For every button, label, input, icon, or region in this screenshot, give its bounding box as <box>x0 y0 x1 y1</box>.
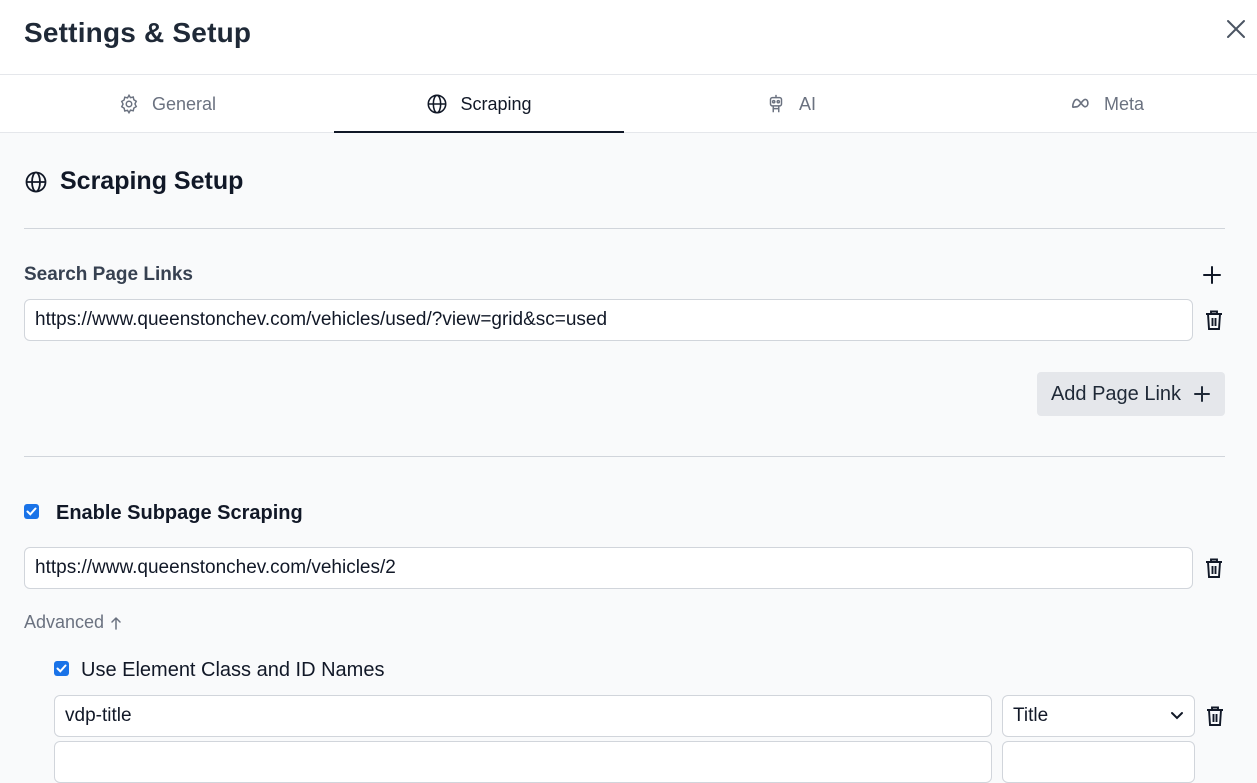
gear-icon <box>120 93 138 115</box>
trash-icon[interactable] <box>1204 557 1224 579</box>
tab-label: Scraping <box>460 93 532 114</box>
plus-icon <box>1194 386 1211 402</box>
use-class-checkbox[interactable] <box>54 661 69 676</box>
tab-scraping[interactable]: Scraping <box>334 75 624 133</box>
trash-icon[interactable] <box>1204 309 1224 331</box>
tab-label: General <box>151 93 217 114</box>
dialog-title: Settings & Setup <box>24 17 252 48</box>
field-select[interactable]: Title <box>1002 695 1195 737</box>
checkmark-icon <box>56 664 67 673</box>
add-page-link-label: Add Page Link <box>1050 382 1182 405</box>
advanced-toggle[interactable]: Advanced <box>24 612 122 633</box>
use-class-label: Use Element Class and ID Names <box>81 659 385 681</box>
checkmark-icon <box>26 507 37 516</box>
section-title: Scraping Setup <box>60 167 244 195</box>
close-icon <box>1227 20 1245 38</box>
arrow-up-icon <box>111 616 121 630</box>
globe-icon <box>25 171 47 192</box>
enable-subpage-label: Enable Subpage Scraping <box>56 502 303 524</box>
trash-icon[interactable] <box>1205 705 1225 727</box>
tab-label: Meta <box>1103 93 1145 114</box>
field-select[interactable] <box>1002 741 1195 783</box>
section-header: Scraping Setup <box>24 167 243 196</box>
add-page-link-button[interactable]: Add Page Link <box>1037 372 1225 416</box>
dialog-header: Settings & Setup <box>0 0 1257 75</box>
tab-meta[interactable]: Meta <box>957 75 1257 133</box>
close-button[interactable] <box>1223 16 1249 42</box>
advanced-label: Advanced <box>24 612 105 632</box>
divider <box>24 228 1225 229</box>
tab-general[interactable]: General <box>0 75 334 133</box>
chevron-down-icon <box>1171 712 1183 720</box>
tab-ai[interactable]: AI <box>624 75 957 133</box>
tab-label: AI <box>798 93 816 114</box>
add-link-icon[interactable] <box>1201 264 1223 286</box>
globe-icon <box>427 94 447 114</box>
meta-icon <box>1071 98 1089 108</box>
field-select-value: Title <box>1013 705 1049 726</box>
selector-input[interactable] <box>54 741 992 783</box>
robot-icon <box>769 94 783 113</box>
search-links-header: Search Page Links <box>24 264 1225 288</box>
tab-bar: General Scraping AI Meta <box>0 75 1257 133</box>
divider <box>24 456 1225 457</box>
search-link-input[interactable]: https://www.queenstonchev.com/vehicles/u… <box>24 299 1193 341</box>
enable-subpage-checkbox[interactable] <box>24 504 39 519</box>
selector-input[interactable]: vdp-title <box>54 695 992 737</box>
search-links-label: Search Page Links <box>24 264 193 285</box>
subpage-url-input[interactable]: https://www.queenstonchev.com/vehicles/2 <box>24 547 1193 589</box>
